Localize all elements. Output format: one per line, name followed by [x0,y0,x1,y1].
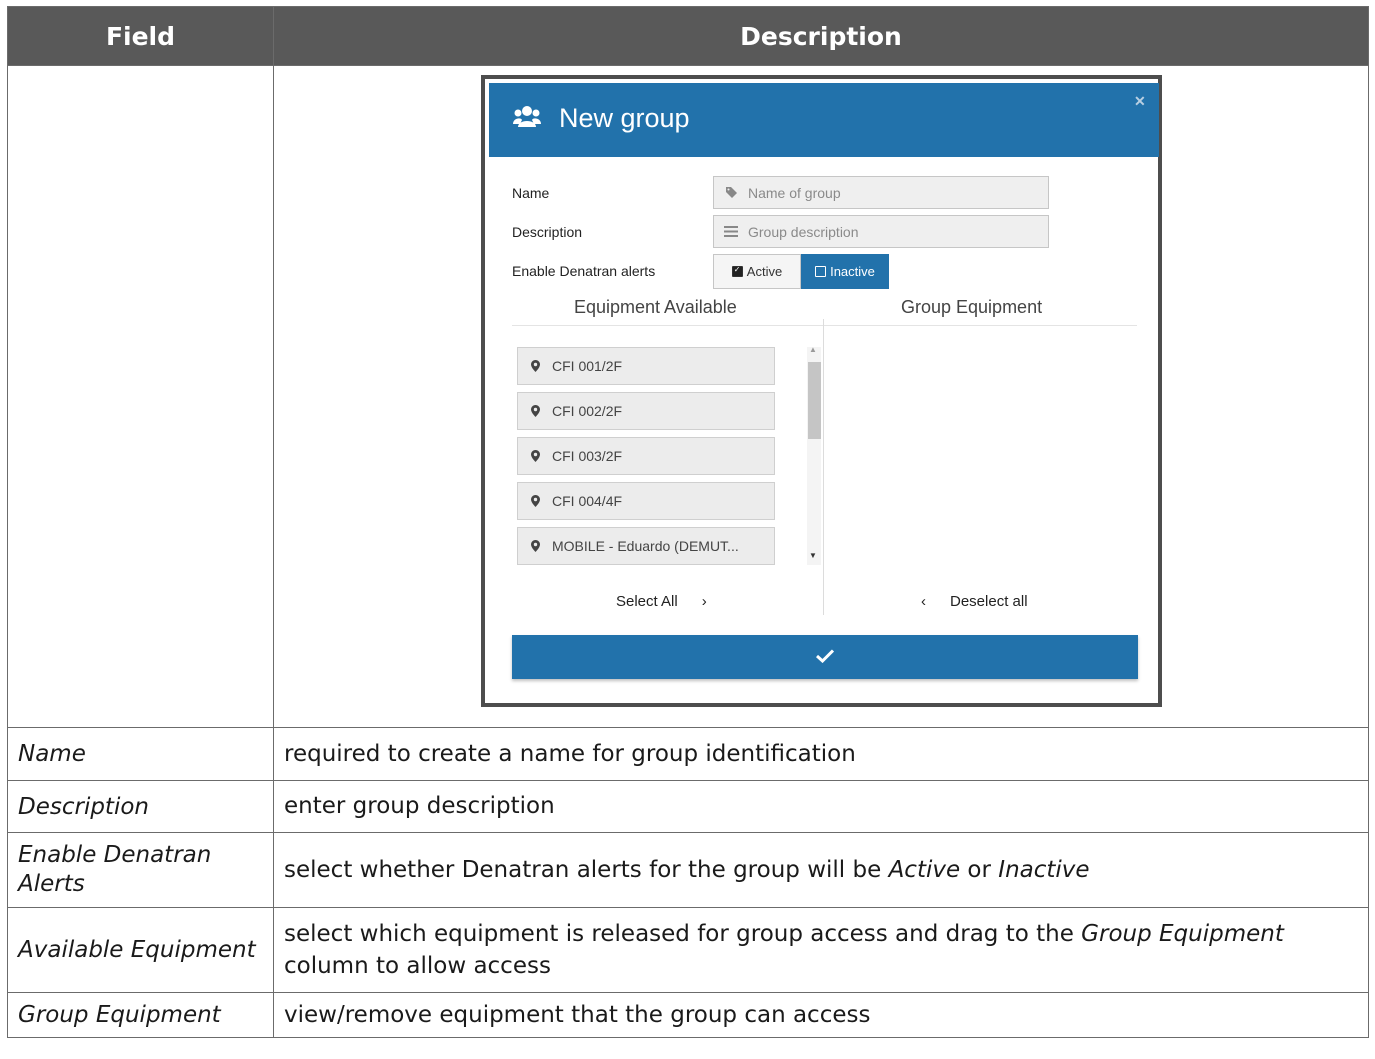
close-icon[interactable]: ✕ [1134,93,1146,110]
desc-group-equipment: view/remove equipment that the group can… [273,992,1369,1038]
description-input[interactable]: Group description [713,215,1049,248]
chevron-left-icon: ‹ [921,593,926,610]
desc-enable-alerts: select whether Denatran alerts for the g… [273,832,1369,908]
checkbox-checked-icon [731,265,743,277]
map-marker-icon [518,405,552,417]
modal-title: New group [559,103,690,133]
heading-divider [512,325,1137,326]
alerts-active-toggle[interactable]: Active [713,254,801,289]
description-placeholder: Group description [748,223,859,240]
lines-icon [714,226,748,237]
alerts-inactive-toggle[interactable]: Inactive [801,254,889,289]
header-field: Field [7,6,274,66]
field-description: Description [7,780,274,833]
name-input[interactable]: Name of group [713,176,1049,209]
checkbox-empty-icon [815,266,827,277]
tag-icon [714,186,748,199]
name-label: Name [512,185,550,201]
description-label: Description [512,224,583,240]
desc-name: required to create a name for group iden… [273,727,1369,781]
field-enable-alerts: Enable Denatran Alerts [7,832,274,908]
header-description: Description [273,6,1369,66]
alerts-active-label: Active [746,264,783,279]
scroll-up-arrow-icon[interactable]: ▲ [809,345,817,354]
field-name: Name [7,727,274,781]
modal-header: New group ✕ [489,83,1159,157]
chevron-right-icon: › [701,593,707,610]
scroll-down-arrow-icon[interactable]: ▼ [809,551,817,560]
equipment-item[interactable]: MOBILE - Eduardo (DEMUT... [517,527,775,565]
equipment-item[interactable]: CFI 001/2F [517,347,775,385]
map-marker-icon [518,495,552,507]
map-marker-icon [518,360,552,372]
scrollbar-thumb[interactable] [808,362,821,439]
empty-field-cell [7,65,274,728]
new-group-modal: New group ✕ Name Name of group Descripti… [481,75,1162,707]
group-equipment-heading: Group Equipment [901,297,1043,317]
confirm-button[interactable] [512,635,1138,679]
field-available-equipment: Available Equipment [7,907,274,993]
deselect-all-button[interactable]: ‹ Deselect all [921,593,1028,610]
column-divider [823,319,824,615]
map-marker-icon [518,450,552,462]
select-all-button[interactable]: Select All › [616,593,707,610]
alerts-inactive-label: Inactive [830,264,875,279]
map-marker-icon [518,540,552,552]
name-placeholder: Name of group [748,184,841,201]
users-icon [513,105,541,134]
equipment-item[interactable]: CFI 004/4F [517,482,775,520]
field-group-equipment: Group Equipment [7,992,274,1038]
equipment-item[interactable]: CFI 002/2F [517,392,775,430]
equipment-available-heading: Equipment Available [574,297,737,317]
desc-description: enter group description [273,780,1369,833]
check-icon [815,646,835,669]
equipment-item[interactable]: CFI 003/2F [517,437,775,475]
alerts-label: Enable Denatran alerts [512,263,656,279]
desc-available-equipment: select which equipment is released for g… [273,907,1369,993]
